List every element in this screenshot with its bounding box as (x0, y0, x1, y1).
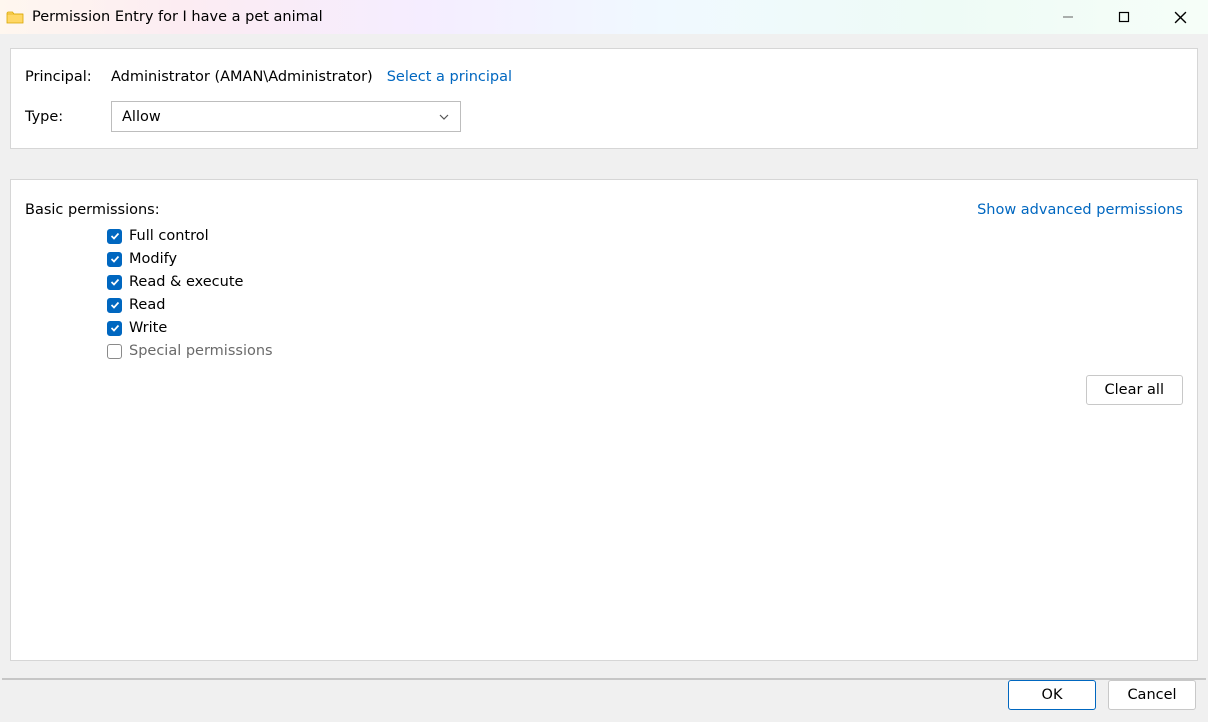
principal-value: Administrator (AMAN\Administrator) (111, 69, 373, 85)
footer-buttons: OK Cancel (1008, 680, 1196, 710)
close-button[interactable] (1152, 0, 1208, 34)
perm-full-control: Full control (107, 228, 1197, 244)
window-title: Permission Entry for I have a pet animal (32, 9, 323, 25)
perm-modify-checkbox[interactable] (107, 252, 122, 267)
clear-all-row: Clear all (11, 359, 1197, 405)
perm-write-checkbox[interactable] (107, 321, 122, 336)
perm-modify-label: Modify (129, 251, 177, 267)
cancel-button[interactable]: Cancel (1108, 680, 1196, 710)
type-label: Type: (25, 109, 111, 125)
clear-all-label: Clear all (1105, 382, 1164, 398)
permissions-list: Full control Modify Read & execute Read … (11, 218, 1197, 359)
perm-modify: Modify (107, 251, 1197, 267)
folder-icon (6, 10, 24, 24)
perm-read-checkbox[interactable] (107, 298, 122, 313)
type-select[interactable]: Allow (111, 101, 461, 132)
type-row: Type: Allow (11, 85, 1197, 132)
perm-special: Special permissions (107, 343, 1197, 359)
perm-write: Write (107, 320, 1197, 336)
clear-all-button[interactable]: Clear all (1086, 375, 1183, 405)
titlebar: Permission Entry for I have a pet animal (0, 0, 1208, 34)
cancel-label: Cancel (1127, 687, 1176, 703)
window-controls (1040, 0, 1208, 34)
show-advanced-link[interactable]: Show advanced permissions (977, 202, 1183, 218)
ok-button[interactable]: OK (1008, 680, 1096, 710)
perm-special-label: Special permissions (129, 343, 273, 359)
perm-write-label: Write (129, 320, 167, 336)
perm-special-checkbox (107, 344, 122, 359)
basic-permissions-label: Basic permissions: (25, 202, 160, 218)
perm-full-control-label: Full control (129, 228, 209, 244)
type-select-value: Allow (122, 109, 438, 125)
permissions-panel: Basic permissions: Show advanced permiss… (10, 179, 1198, 661)
client-area: Principal: Administrator (AMAN\Administr… (0, 34, 1208, 722)
perm-read-execute-checkbox[interactable] (107, 275, 122, 290)
principal-panel: Principal: Administrator (AMAN\Administr… (10, 48, 1198, 149)
permissions-header: Basic permissions: Show advanced permiss… (11, 180, 1197, 218)
principal-row: Principal: Administrator (AMAN\Administr… (11, 49, 1197, 85)
perm-full-control-checkbox[interactable] (107, 229, 122, 244)
minimize-button[interactable] (1040, 0, 1096, 34)
maximize-button[interactable] (1096, 0, 1152, 34)
perm-read-execute: Read & execute (107, 274, 1197, 290)
select-principal-link[interactable]: Select a principal (387, 69, 512, 85)
chevron-down-icon (438, 111, 450, 123)
perm-read: Read (107, 297, 1197, 313)
ok-label: OK (1042, 687, 1063, 703)
principal-label: Principal: (25, 69, 111, 85)
perm-read-label: Read (129, 297, 165, 313)
perm-read-execute-label: Read & execute (129, 274, 243, 290)
